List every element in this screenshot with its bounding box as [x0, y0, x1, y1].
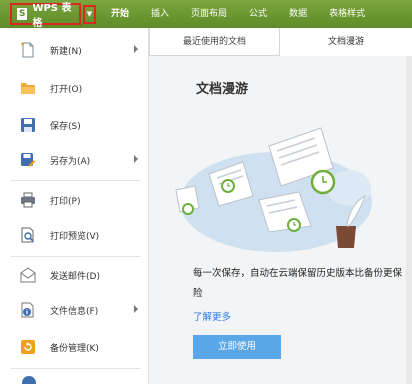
menu-item-send-mail[interactable]: 发送邮件(D) [0, 260, 147, 290]
page-title: 文档漫游 [196, 82, 249, 97]
file-menu: 新建(N) 打开(O) 保存(S) 另存为(A) 打印(P) 打印预览(V) 发… [0, 28, 149, 384]
app-name: WPS 表格 [32, 3, 72, 29]
submenu-arrow-icon [134, 155, 138, 163]
menu-item-open[interactable]: 打开(O) [0, 73, 147, 103]
submenu-arrow-icon [134, 305, 138, 313]
menu-item-print-preview[interactable]: 打印预览(V) [0, 220, 147, 250]
menu-item-new[interactable]: 新建(N) [0, 35, 147, 65]
menu-item-label: 发送邮件(D) [50, 271, 100, 282]
scrollbar[interactable] [406, 56, 412, 384]
clock-icon [287, 218, 301, 232]
menu-item-label: 保存(S) [50, 121, 81, 132]
submenu-arrow-icon [134, 45, 138, 53]
menu-item-print[interactable]: 打印(P) [0, 185, 147, 215]
pane-tabs: 最近使用的文档 文档漫游 [149, 28, 412, 56]
menu-item-label: 文件信息(F) [50, 306, 99, 317]
ribbon-tabs: 开始 插入 页面布局 公式 数据 表格样式 [100, 0, 376, 28]
menu-item-save-as[interactable]: 另存为(A) [0, 145, 147, 175]
menu-divider [10, 256, 140, 257]
menu-divider [10, 180, 140, 181]
save-as-icon [20, 152, 36, 168]
menu-item-label: 打印预览(V) [50, 231, 100, 242]
cut-off-menu-icon [22, 376, 36, 384]
menu-item-backup[interactable]: 备份管理(K) [0, 332, 147, 362]
tab-data[interactable]: 数据 [278, 0, 318, 28]
learn-more-link[interactable]: 了解更多 [193, 309, 231, 323]
clock-icon [221, 179, 235, 193]
tab-insert[interactable]: 插入 [140, 0, 180, 28]
roaming-description: 每一次保存，自动在云端保留历史版本比备份更保险 [193, 268, 403, 299]
menu-item-save[interactable]: 保存(S) [0, 110, 147, 140]
document-roaming-pane: 文档漫游 每一次保存，自动在云端保留历史版本比备份更保险 了解更多 立即使用 [149, 56, 412, 384]
tab-document-roaming[interactable]: 文档漫游 [280, 28, 412, 56]
tab-home[interactable]: 开始 [100, 0, 140, 28]
clock-icon [182, 203, 194, 215]
menu-item-file-info[interactable]: 文件信息(F) [0, 295, 147, 325]
backup-icon [20, 339, 36, 355]
menu-item-label: 另存为(A) [50, 156, 91, 167]
save-icon [20, 117, 36, 133]
app-menu-button[interactable]: S WPS 表格 [10, 3, 81, 29]
tab-formulas[interactable]: 公式 [238, 0, 278, 28]
menu-item-label: 备份管理(K) [50, 343, 99, 354]
file-info-icon [20, 302, 36, 318]
ribbon-bar: S WPS 表格 ▼ 开始 插入 页面布局 公式 数据 表格样式 [0, 0, 412, 29]
print-preview-icon [20, 227, 36, 243]
mail-icon [20, 267, 36, 283]
cloud-documents-illustration [175, 127, 372, 252]
tab-table-styles[interactable]: 表格样式 [318, 0, 376, 28]
tab-page-layout[interactable]: 页面布局 [180, 0, 238, 28]
menu-divider [10, 368, 140, 369]
app-menu-dropdown-arrow[interactable]: ▼ [83, 5, 96, 24]
menu-item-label: 新建(N) [50, 46, 82, 57]
tab-recent-documents[interactable]: 最近使用的文档 [149, 28, 280, 56]
new-doc-icon [20, 42, 36, 58]
use-now-button[interactable]: 立即使用 [193, 335, 281, 359]
menu-item-label: 打开(O) [50, 84, 83, 95]
open-folder-icon [20, 80, 36, 96]
wps-logo-icon: S [17, 8, 28, 20]
print-icon [20, 192, 36, 208]
clock-icon [310, 169, 336, 195]
menu-item-label: 打印(P) [50, 196, 81, 207]
